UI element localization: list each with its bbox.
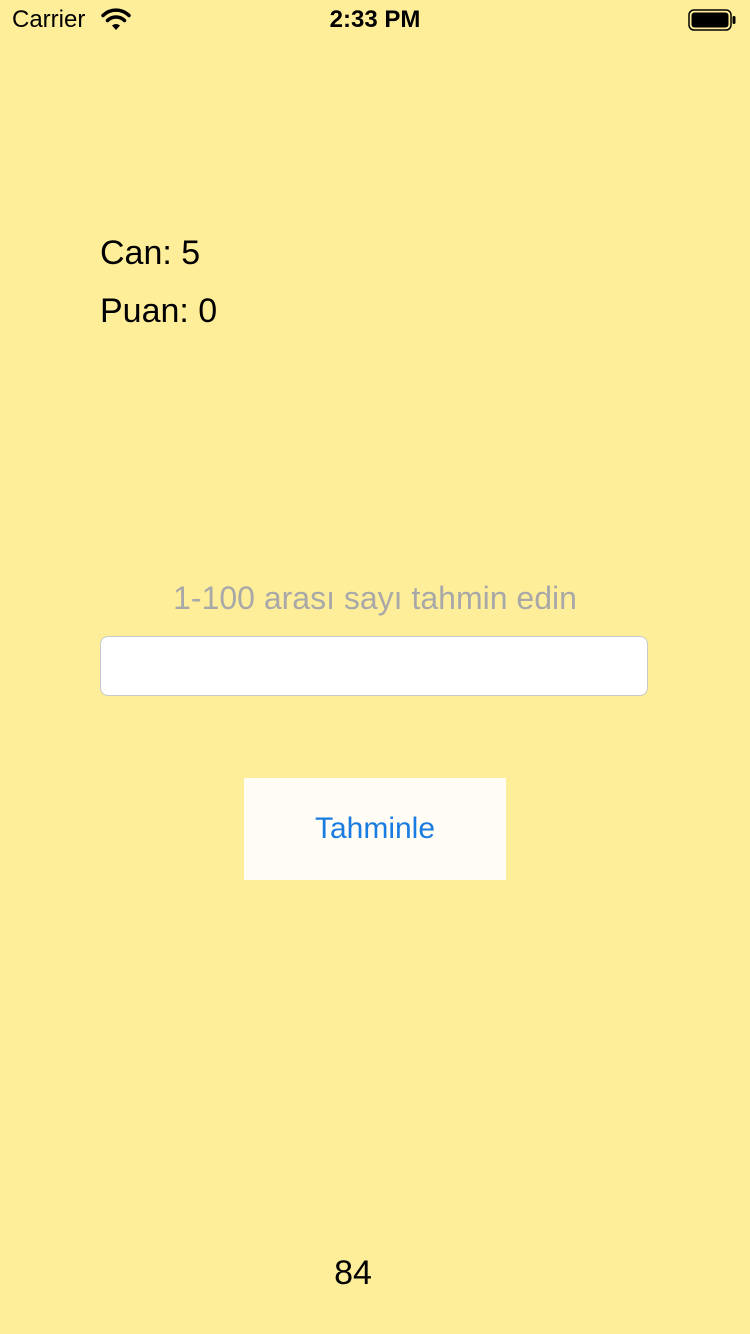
target-number-label: 84 — [334, 1254, 372, 1292]
lives-label: Can: 5 — [100, 234, 201, 272]
battery-full-icon — [688, 9, 736, 31]
status-time: 2:33 PM — [329, 6, 421, 33]
status-bar: Carrier 2:33 PM — [0, 0, 750, 40]
score-label: Puan: 0 — [100, 292, 218, 330]
guess-input[interactable] — [100, 636, 648, 696]
guess-hint-label: 1-100 arası sayı tahmin edin — [173, 580, 577, 616]
guess-button[interactable]: Tahminle — [244, 778, 506, 880]
